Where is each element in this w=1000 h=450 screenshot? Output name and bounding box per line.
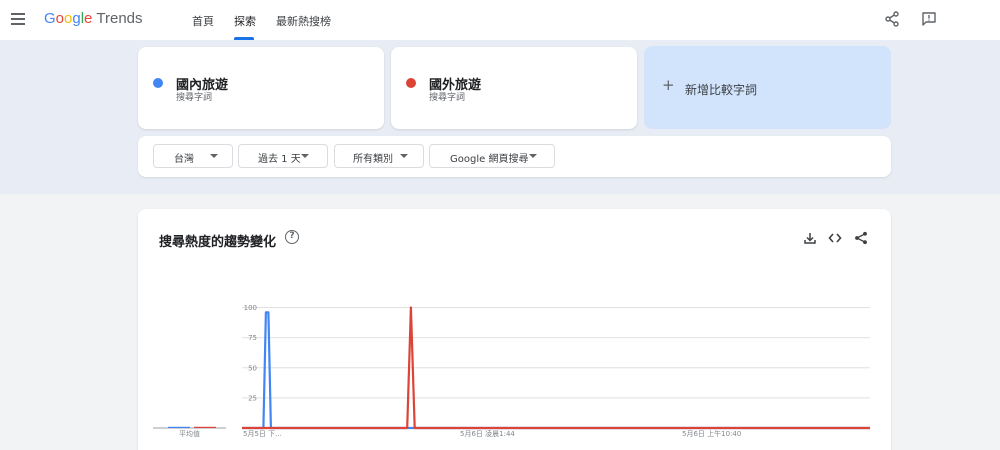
x-tick-label: 5月5日 下... xyxy=(243,430,282,438)
top-bar: Google Trends 首頁 探索 最新熱搜榜 xyxy=(0,0,1000,40)
x-tick-label: 5月6日 凌晨1:44 xyxy=(460,429,515,438)
chevron-down-icon xyxy=(210,154,218,158)
interest-over-time-card: 搜尋熱度的趨勢變化 ? 100 75 50 25 平均值 5月5日 下... 5月6日 … xyxy=(138,209,891,450)
logo-google-text: Google xyxy=(44,10,92,27)
chevron-down-icon xyxy=(400,154,408,158)
search-type-value: Google 網頁搜尋 xyxy=(450,154,529,165)
logo-letter: G xyxy=(44,10,56,27)
term-subtitle: 搜尋字詞 xyxy=(429,93,466,103)
logo-letter: e xyxy=(84,10,93,27)
average-bar xyxy=(194,426,216,428)
series-line xyxy=(242,311,870,430)
chevron-down-icon xyxy=(529,154,537,158)
logo-letter: o xyxy=(55,10,65,27)
x-tick-label: 5月6日 上午10:40 xyxy=(682,429,741,438)
term-subtitle: 搜尋字詞 xyxy=(176,93,213,103)
hamburger-menu-icon[interactable] xyxy=(11,13,25,25)
add-comparison-button[interactable]: + 新增比較字詞 xyxy=(644,46,891,129)
category-value: 所有類別 xyxy=(353,154,393,165)
category-dropdown[interactable]: 所有類別 xyxy=(334,144,424,168)
feedback-icon[interactable] xyxy=(921,11,937,27)
time-range-value: 過去 1 天 xyxy=(258,154,301,165)
share-icon[interactable] xyxy=(884,11,900,27)
chart-grid: 100 75 50 25 xyxy=(242,304,870,429)
chevron-down-icon xyxy=(301,154,309,158)
y-tick-label: 50 xyxy=(248,364,257,372)
filter-bar: 台灣 過去 1 天 所有類別 Google 網頁搜尋 xyxy=(138,136,891,177)
average-bar xyxy=(168,426,190,428)
region-dropdown[interactable]: 台灣 xyxy=(153,144,233,168)
logo-trends-text: Trends xyxy=(96,10,143,27)
time-range-dropdown[interactable]: 過去 1 天 xyxy=(238,144,328,168)
nav-trending-now[interactable]: 最新熱搜榜 xyxy=(276,13,331,29)
term-card-2[interactable]: 國外旅遊 搜尋字詞 xyxy=(391,47,637,129)
search-type-dropdown[interactable]: Google 網頁搜尋 xyxy=(429,144,555,168)
plus-icon: + xyxy=(662,76,675,94)
average-panel: 平均值 xyxy=(153,426,226,438)
term-color-dot xyxy=(406,78,416,88)
y-tick-label: 75 xyxy=(248,334,257,342)
trend-chart: 100 75 50 25 平均值 5月5日 下... 5月6日 凌晨1:44 5月6日 上… xyxy=(153,304,870,438)
nav-home[interactable]: 首頁 xyxy=(192,13,214,29)
logo-letter: g xyxy=(72,10,81,27)
nav-explore[interactable]: 探索 xyxy=(234,13,256,29)
average-label: 平均值 xyxy=(179,429,200,438)
x-axis-labels: 5月5日 下... 5月6日 凌晨1:44 5月6日 上午10:40 xyxy=(243,429,741,438)
y-tick-label: 25 xyxy=(248,394,257,402)
term-color-dot xyxy=(153,78,163,88)
google-trends-logo[interactable]: Google Trends xyxy=(44,10,143,27)
y-tick-label: 100 xyxy=(244,304,257,312)
region-value: 台灣 xyxy=(174,154,194,165)
term-card-1[interactable]: 國內旅遊 搜尋字詞 xyxy=(138,47,384,129)
add-comparison-label: 新增比較字詞 xyxy=(685,83,758,97)
